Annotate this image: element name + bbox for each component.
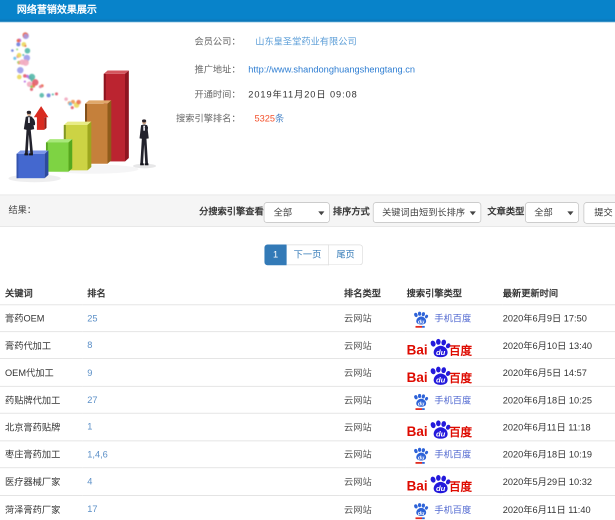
svg-text:du: du	[418, 401, 425, 407]
svg-text:百度: 百度	[449, 425, 473, 439]
svg-text:百度: 百度	[449, 371, 473, 385]
svg-text:du: du	[436, 430, 446, 439]
svg-text:Bai: Bai	[407, 343, 428, 358]
svg-text:百度: 百度	[449, 480, 473, 494]
svg-text:du: du	[436, 348, 446, 357]
svg-text:Bai: Bai	[407, 424, 428, 439]
svg-text:du: du	[436, 484, 446, 493]
svg-text:du: du	[418, 456, 425, 462]
svg-text:Bai: Bai	[407, 370, 428, 385]
svg-text:百度: 百度	[449, 344, 473, 358]
svg-text:du: du	[436, 375, 446, 384]
svg-text:du: du	[418, 511, 425, 517]
svg-text:Bai: Bai	[407, 479, 428, 494]
svg-text:du: du	[418, 320, 425, 326]
